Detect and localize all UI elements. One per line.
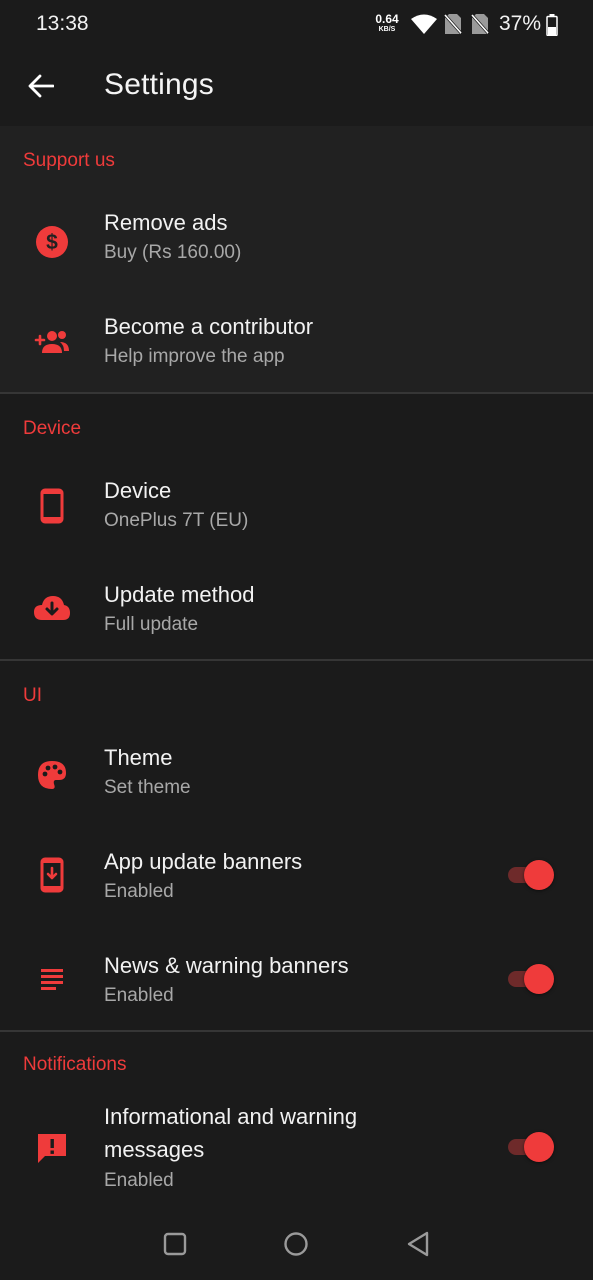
section-header-notifications: Notifications [23,1054,127,1075]
toggle-thumb [524,1132,554,1162]
theme-subtitle: Set theme [104,777,191,798]
dollar-circle-icon: $ [32,222,72,262]
device-item[interactable]: Device OnePlus 7T (EU) [0,460,593,562]
notifications-section: Notifications Informational and warning … [0,1032,593,1210]
back-button[interactable] [18,65,64,111]
informational-messages-title-line2: messages [104,1137,205,1162]
remove-ads-item[interactable]: $ Remove ads Buy (Rs 160.00) [0,192,593,294]
network-speed: 0.64 KB/S [372,13,402,33]
theme-title: Theme [104,745,173,770]
toggle-thumb [524,860,554,890]
group-add-icon [32,322,72,362]
device-title: Device [104,478,172,503]
toggle-thumb [524,964,554,994]
app-update-banners-toggle[interactable] [506,858,556,892]
no-sim-icon [470,13,490,40]
smartphone-icon [32,486,72,526]
status-time: 13:38 [36,12,89,35]
section-header-support: Support us [23,150,115,171]
home-button[interactable] [278,1228,314,1264]
app-update-banners-item[interactable]: App update banners Enabled [0,831,593,935]
informational-messages-title-line1: Informational and warning [104,1104,358,1129]
app-bar: Settings [0,50,593,126]
informational-messages-toggle[interactable] [506,1130,556,1164]
theme-item[interactable]: Theme Set theme [0,727,593,829]
recents-square-icon [163,1232,187,1261]
phone-download-icon [32,855,72,895]
update-method-item[interactable]: Update method Full update [0,564,593,659]
ui-section: UI Theme Set theme App update banners En… [0,661,593,1030]
recents-button[interactable] [157,1228,193,1264]
app-update-banners-subtitle: Enabled [104,881,174,902]
remove-ads-title: Remove ads [104,210,228,235]
contributor-title: Become a contributor [104,314,314,339]
update-method-subtitle: Full update [104,614,199,635]
palette-icon [32,755,72,795]
status-bar: 13:38 0.64 KB/S 37% [0,0,593,50]
home-circle-icon [283,1231,309,1262]
alert-message-icon [32,1128,72,1168]
network-speed-unit: KB/S [378,26,396,33]
svg-text:$: $ [46,231,58,254]
section-header-ui: UI [23,685,42,706]
notes-icon [32,959,72,999]
informational-messages-subtitle: Enabled [104,1170,174,1191]
news-warning-banners-subtitle: Enabled [104,985,174,1006]
no-sim-icon [443,13,463,40]
page-title: Settings [104,68,214,101]
section-header-device: Device [23,418,82,439]
system-back-button[interactable] [400,1228,436,1264]
app-update-banners-title: App update banners [104,849,303,874]
device-section: Device Device OnePlus 7T (EU) Update met… [0,394,593,659]
battery-icon [546,14,558,41]
device-subtitle: OnePlus 7T (EU) [104,510,249,531]
cloud-download-icon [32,588,72,628]
contributor-subtitle: Help improve the app [104,346,285,367]
remove-ads-subtitle: Buy (Rs 160.00) [104,242,242,263]
wifi-icon [410,13,438,40]
update-method-title: Update method [104,582,255,607]
news-warning-banners-toggle[interactable] [506,962,556,996]
battery-percent: 37% [499,12,542,35]
network-speed-value: 0.64 [375,12,399,26]
informational-messages-item[interactable]: Informational and warning messages Enabl… [0,1096,593,1210]
back-triangle-icon [406,1231,430,1262]
navigation-bar [0,1210,593,1280]
arrow-back-icon [28,74,55,103]
become-contributor-item[interactable]: Become a contributor Help improve the ap… [0,296,593,392]
news-warning-banners-title: News & warning banners [104,953,349,978]
news-warning-banners-item[interactable]: News & warning banners Enabled [0,935,593,1030]
support-section: Support us $ Remove ads Buy (Rs 160.00) … [0,126,593,392]
